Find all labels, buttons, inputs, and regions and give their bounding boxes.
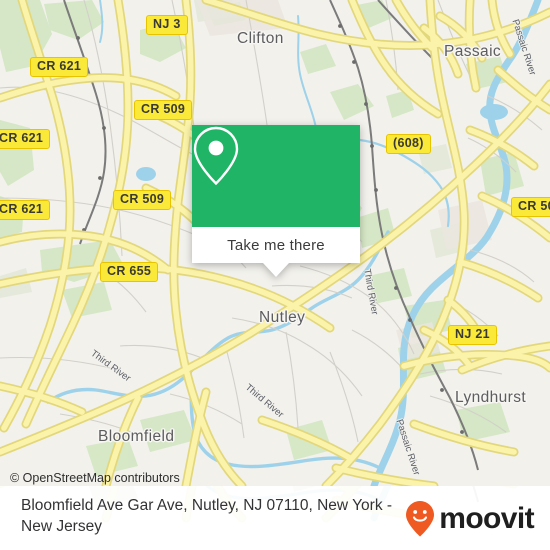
- road-shield-cr621-north[interactable]: CR 621: [30, 57, 89, 77]
- take-me-there-label: Take me there: [227, 236, 325, 254]
- city-label-passaic: Passaic: [444, 43, 502, 60]
- city-label-bloomfield: Bloomfield: [98, 428, 175, 445]
- moovit-smiley-pin-icon: [406, 501, 435, 537]
- map-canvas[interactable]: Clifton Passaic Nutley Bloomfield Lyndhu…: [0, 0, 550, 486]
- callout-tail: [263, 263, 289, 277]
- callout-pin-area: [192, 125, 360, 227]
- road-shield-cr621-west-upper[interactable]: CR 621: [0, 129, 51, 149]
- osm-attribution[interactable]: © OpenStreetMap contributors: [10, 471, 180, 485]
- moovit-wordmark: moovit: [439, 502, 534, 535]
- city-label-lyndhurst: Lyndhurst: [455, 389, 527, 406]
- road-shield-cr509-mid[interactable]: CR 509: [113, 190, 172, 210]
- moovit-logo[interactable]: moovit: [405, 500, 535, 538]
- road-shield-cr507[interactable]: CR 507: [511, 197, 550, 217]
- location-pin-icon: [193, 126, 239, 186]
- road-shield-cr655[interactable]: CR 655: [100, 262, 159, 282]
- road-shield-608[interactable]: (608): [386, 134, 431, 154]
- address-text: Bloomfield Ave Gar Ave, Nutley, NJ 07110…: [21, 497, 393, 535]
- city-label-nutley: Nutley: [259, 309, 306, 326]
- destination-callout-card[interactable]: Take me there: [192, 125, 360, 277]
- road-shield-cr621-west-lower[interactable]: CR 621: [0, 200, 51, 220]
- city-label-clifton: Clifton: [237, 30, 284, 47]
- map-screenshot: Clifton Passaic Nutley Bloomfield Lyndhu…: [0, 0, 550, 550]
- take-me-there-button[interactable]: Take me there: [192, 227, 360, 263]
- road-shield-nj3[interactable]: NJ 3: [146, 15, 188, 35]
- footer-bar: Bloomfield Ave Gar Ave, Nutley, NJ 07110…: [0, 486, 550, 550]
- road-shield-cr509-north[interactable]: CR 509: [134, 100, 193, 120]
- road-shield-nj21[interactable]: NJ 21: [448, 325, 497, 345]
